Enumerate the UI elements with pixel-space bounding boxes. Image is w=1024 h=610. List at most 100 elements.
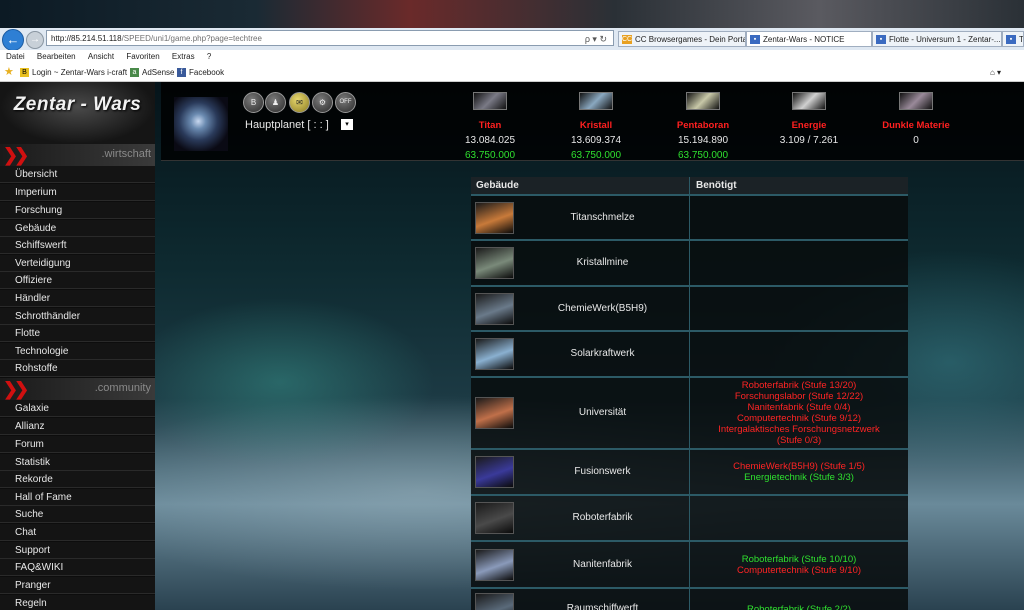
home-icon[interactable]: ⌂ ▾: [990, 64, 1001, 81]
building-name[interactable]: Fusionswerk: [515, 466, 690, 477]
nav-statistik[interactable]: Statistik: [0, 454, 155, 471]
building-name[interactable]: Titanschmelze: [515, 212, 690, 223]
nav-technologie[interactable]: Technologie: [0, 343, 155, 360]
nav-hall-of-fame[interactable]: Hall of Fame: [0, 489, 155, 506]
planet-name: Hauptplanet [ : : ]: [245, 119, 329, 131]
nav-pranger[interactable]: Pranger: [0, 577, 155, 594]
building-image[interactable]: [475, 548, 514, 581]
table-row: ChemieWerk(B5H9): [471, 287, 908, 332]
header-gebaeude: Gebäude: [476, 180, 519, 191]
requirement-item: ChemieWerk(B5H9) (Stufe 1/5): [733, 461, 865, 472]
building-image[interactable]: [475, 201, 514, 234]
browser-tab-flotte[interactable]: ▪ Flotte - Universum 1 - Zentar-...: [872, 31, 1002, 47]
favorites-bar: ★ B Login ~ Zentar-Wars i-craft a AdSense …: [0, 64, 1024, 82]
requirement-item: Roboterfabrik (Stufe 2/2): [746, 603, 852, 610]
menu-help[interactable]: ?: [207, 52, 211, 61]
building-image[interactable]: [475, 397, 514, 429]
facebook-icon: f: [177, 68, 186, 78]
off-button[interactable]: OFF: [335, 92, 356, 113]
menu-datei[interactable]: Datei: [6, 52, 25, 61]
building-name[interactable]: Nanitenfabrik: [515, 559, 690, 570]
favorites-star-icon[interactable]: ★: [4, 64, 16, 81]
building-image[interactable]: [475, 456, 514, 488]
browser-menu-bar: Datei Bearbeiten Ansicht Favoriten Extra…: [0, 50, 1024, 64]
requirements-list: ChemieWerk(B5H9) (Stufe 1/5) Energietechn…: [690, 461, 908, 483]
resource-name: Pentaboran: [676, 120, 730, 131]
requirement-item: Roboterfabrik (Stufe 13/20): [741, 380, 857, 391]
menu-bearbeiten[interactable]: Bearbeiten: [37, 52, 76, 61]
nav-faq-wiki[interactable]: FAQ&WIKI: [0, 559, 155, 576]
nav-gebaeude[interactable]: Gebäude: [0, 220, 155, 237]
building-name[interactable]: ChemieWerk(B5H9): [515, 303, 690, 314]
requirement-item: Computertechnik (Stufe 9/12): [736, 413, 862, 424]
nav-rohstoffe[interactable]: Rohstoffe: [0, 360, 155, 377]
nav-uebersicht[interactable]: Übersicht: [0, 166, 155, 183]
building-image[interactable]: [475, 338, 514, 370]
nav-verteidigung[interactable]: Verteidigung: [0, 255, 155, 272]
game-logo[interactable]: Zentar - Wars: [0, 82, 155, 145]
search-refresh-icon[interactable]: ρ ▾ ↻: [585, 31, 607, 45]
favorite-label: Login ~ Zentar-Wars i-craft: [32, 68, 128, 77]
favorite-facebook[interactable]: f Facebook: [177, 64, 224, 81]
column-divider: [689, 496, 690, 540]
nav-support[interactable]: Support: [0, 542, 155, 559]
nav-allianz[interactable]: Allianz: [0, 418, 155, 435]
forward-button[interactable]: →: [26, 31, 44, 49]
building-name[interactable]: Roboterfabrik: [515, 512, 690, 523]
address-field[interactable]: http://85.214.51.118/SPEED/uni1/game.php…: [46, 30, 614, 46]
page-icon: ▪: [876, 35, 886, 44]
settings-icon[interactable]: ⚙: [312, 92, 333, 113]
nav-schiffswerft[interactable]: Schiffswerft: [0, 237, 155, 254]
menu-extras[interactable]: Extras: [172, 52, 195, 61]
logo-text: Zentar - Wars: [13, 94, 142, 115]
back-button[interactable]: ←: [2, 29, 24, 51]
browser-tab-overflow[interactable]: ▪ T: [1002, 31, 1024, 47]
user-icon[interactable]: ♟: [265, 92, 286, 113]
double-chevron-icon: ❯❯: [3, 379, 29, 399]
nav-imperium[interactable]: Imperium: [0, 184, 155, 201]
building-name[interactable]: Universität: [515, 407, 690, 418]
address-host: http://85.214.51.118: [51, 34, 122, 43]
table-row: Universität Roboterfabrik (Stufe 13/20) Fo…: [471, 378, 908, 450]
section-community: ❯❯ .community: [0, 378, 155, 400]
building-name[interactable]: Solarkraftwerk: [515, 348, 690, 359]
building-image[interactable]: [475, 502, 514, 534]
browser-tab-notice[interactable]: ▪ Zentar-Wars - NOTICE: [746, 31, 872, 47]
nav-galaxie[interactable]: Galaxie: [0, 400, 155, 417]
menu-ansicht[interactable]: Ansicht: [88, 52, 114, 61]
nav-flotte[interactable]: Flotte: [0, 325, 155, 342]
planet-select-dropdown[interactable]: ▾: [341, 119, 353, 130]
resource-capacity: 63.750.000: [677, 150, 729, 161]
resource-value: 15.194.890: [677, 135, 729, 146]
nav-chat[interactable]: Chat: [0, 524, 155, 541]
nav-rekorde[interactable]: Rekorde: [0, 471, 155, 488]
building-image[interactable]: [475, 292, 514, 325]
nav-regeln[interactable]: Regeln: [0, 595, 155, 610]
favorite-login[interactable]: B Login ~ Zentar-Wars i-craft: [20, 64, 127, 81]
titan-icon: [473, 92, 507, 110]
b-button[interactable]: B: [243, 92, 264, 113]
nav-offiziere[interactable]: Offiziere: [0, 272, 155, 289]
column-divider: [689, 287, 690, 330]
favorite-adsense[interactable]: a AdSense: [130, 64, 174, 81]
nav-forum[interactable]: Forum: [0, 436, 155, 453]
building-name[interactable]: Kristallmine: [515, 257, 690, 268]
resource-dunkle-materie: Dunkle Materie 0: [866, 92, 966, 146]
resource-name: Titan: [478, 120, 502, 131]
nav-schrotthaendler[interactable]: Schrotthändler: [0, 308, 155, 325]
favorite-label: Facebook: [189, 68, 225, 77]
nav-suche[interactable]: Suche: [0, 506, 155, 523]
browser-tab-browsergames[interactable]: CC CC Browsergames - Dein Porta...: [618, 31, 746, 47]
favorite-label: AdSense: [142, 68, 175, 77]
building-image[interactable]: [475, 247, 514, 279]
mail-icon[interactable]: ✉: [289, 92, 310, 113]
building-image[interactable]: [475, 593, 514, 610]
table-body: Titanschmelze Kristallmine ChemieWerk(B5H9…: [471, 196, 908, 610]
planet-image[interactable]: [174, 97, 228, 151]
resource-name: Kristall: [579, 120, 613, 131]
nav-forschung[interactable]: Forschung: [0, 202, 155, 219]
nav-haendler[interactable]: Händler: [0, 290, 155, 307]
menu-favoriten[interactable]: Favoriten: [126, 52, 159, 61]
building-name[interactable]: Raumschiffwerft: [515, 603, 690, 610]
column-divider: [689, 196, 690, 239]
